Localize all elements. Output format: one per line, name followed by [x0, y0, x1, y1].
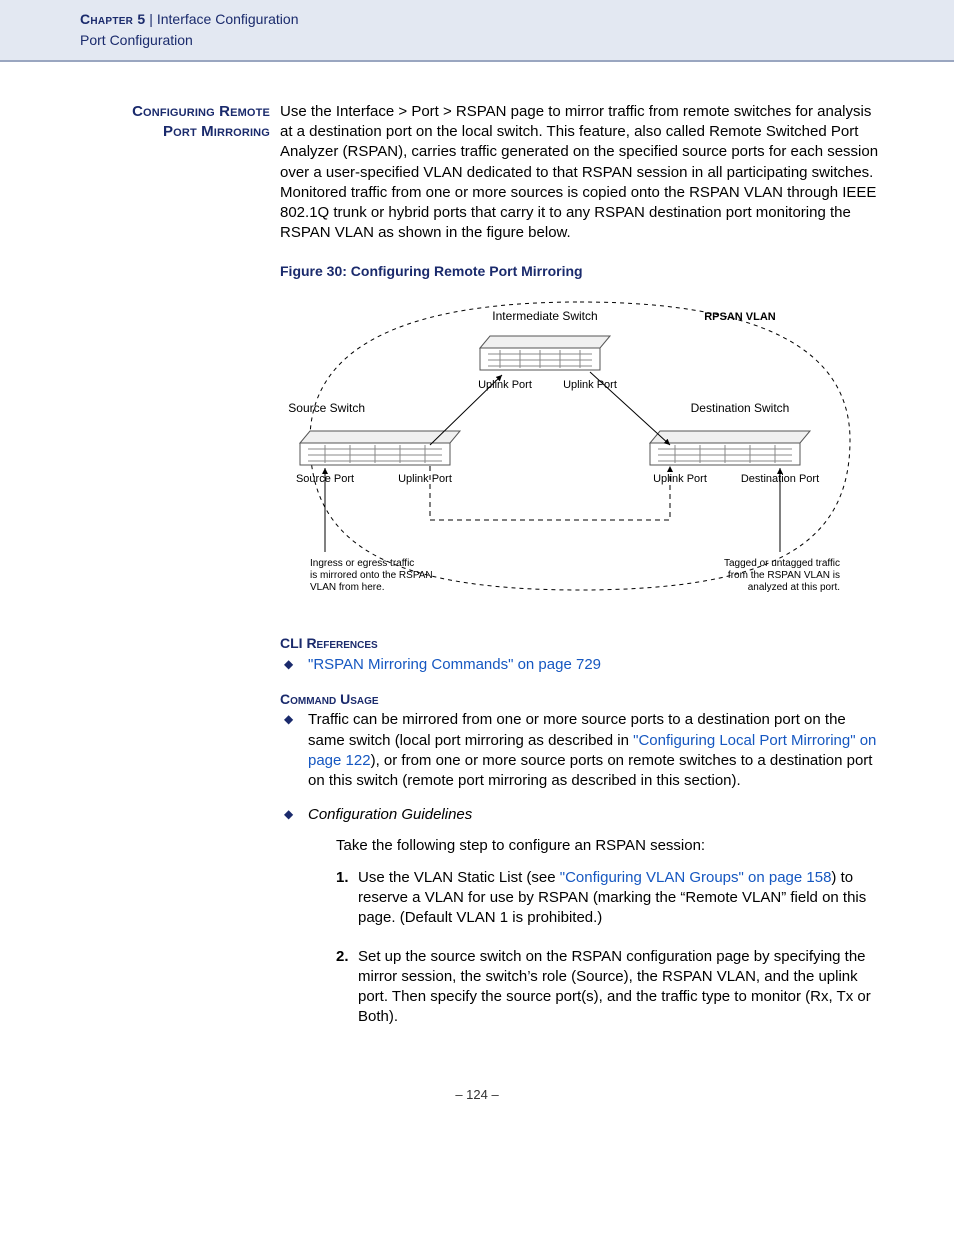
configuration-guidelines-title: Configuration Guidelines: [308, 806, 472, 823]
chapter-label: Chapter 5: [80, 11, 145, 27]
header-topic: Interface Configuration: [157, 11, 299, 27]
note-left-1: Ingress or egress traffic: [310, 558, 414, 569]
step-1: 1. Use the VLAN Static List (see "Config…: [336, 868, 880, 929]
rspan-topology-diagram: Intermediate Switch Uplink Port Uplink P…: [280, 290, 880, 610]
note-right-3: analyzed at this port.: [748, 582, 840, 593]
page-content: Configuring Remote Port Mirroring Use th…: [0, 62, 954, 1103]
header-separator: |: [145, 11, 156, 27]
step-1-text-a: Use the VLAN Static List (see: [358, 869, 560, 886]
side-heading-line-1: Configuring Remote: [80, 102, 270, 122]
label-source-switch: Source Switch: [288, 401, 365, 415]
cli-reference-item: "RSPAN Mirroring Commands" on page 729: [280, 655, 880, 675]
note-left-3: VLAN from here.: [310, 582, 384, 593]
note-right-1: Tagged or untagged traffic: [724, 558, 840, 569]
step-1-number: 1.: [336, 868, 349, 888]
side-heading-line-2: Port Mirroring: [80, 122, 270, 142]
step-2-number: 2.: [336, 947, 349, 967]
command-usage-heading: Command Usage: [280, 690, 880, 709]
cli-references-heading: CLI References: [280, 634, 880, 653]
label-uplink-port-int-left: Uplink Port: [478, 379, 532, 391]
label-rpsan-vlan: RPSAN VLAN: [704, 311, 776, 323]
rspan-commands-link[interactable]: "RSPAN Mirroring Commands" on page 729: [308, 656, 601, 673]
figure-caption: Figure 30: Configuring Remote Port Mirro…: [280, 262, 880, 281]
page-number: – 124 –: [80, 1086, 874, 1104]
intro-paragraph: Use the Interface > Port > RSPAN page to…: [280, 102, 880, 244]
usage-bullet-1: Traffic can be mirrored from one or more…: [280, 710, 880, 791]
label-uplink-port-src: Uplink Port: [398, 473, 452, 485]
section-side-heading: Configuring Remote Port Mirroring: [80, 102, 280, 143]
header-subtopic: Port Configuration: [80, 31, 874, 50]
note-left-2: is mirrored onto the RSPAN: [310, 570, 433, 581]
step-2: 2. Set up the source switch on the RSPAN…: [336, 947, 880, 1028]
note-right-2: from the RSPAN VLAN is: [728, 570, 840, 581]
vlan-groups-link[interactable]: "Configuring VLAN Groups" on page 158: [560, 869, 832, 886]
usage-bullet-1-text-b: ), or from one or more source ports on r…: [308, 752, 872, 789]
label-uplink-port-dst: Uplink Port: [653, 473, 707, 485]
label-intermediate-switch: Intermediate Switch: [492, 309, 597, 323]
label-destination-switch: Destination Switch: [691, 401, 790, 415]
configuration-guidelines-intro: Take the following step to configure an …: [336, 836, 880, 856]
usage-bullet-2: Configuration Guidelines Take the follow…: [280, 805, 880, 1027]
step-2-text: Set up the source switch on the RSPAN co…: [358, 948, 871, 1026]
header-line-1: Chapter 5 | Interface Configuration: [80, 10, 874, 29]
page-header: Chapter 5 | Interface Configuration Port…: [0, 0, 954, 62]
